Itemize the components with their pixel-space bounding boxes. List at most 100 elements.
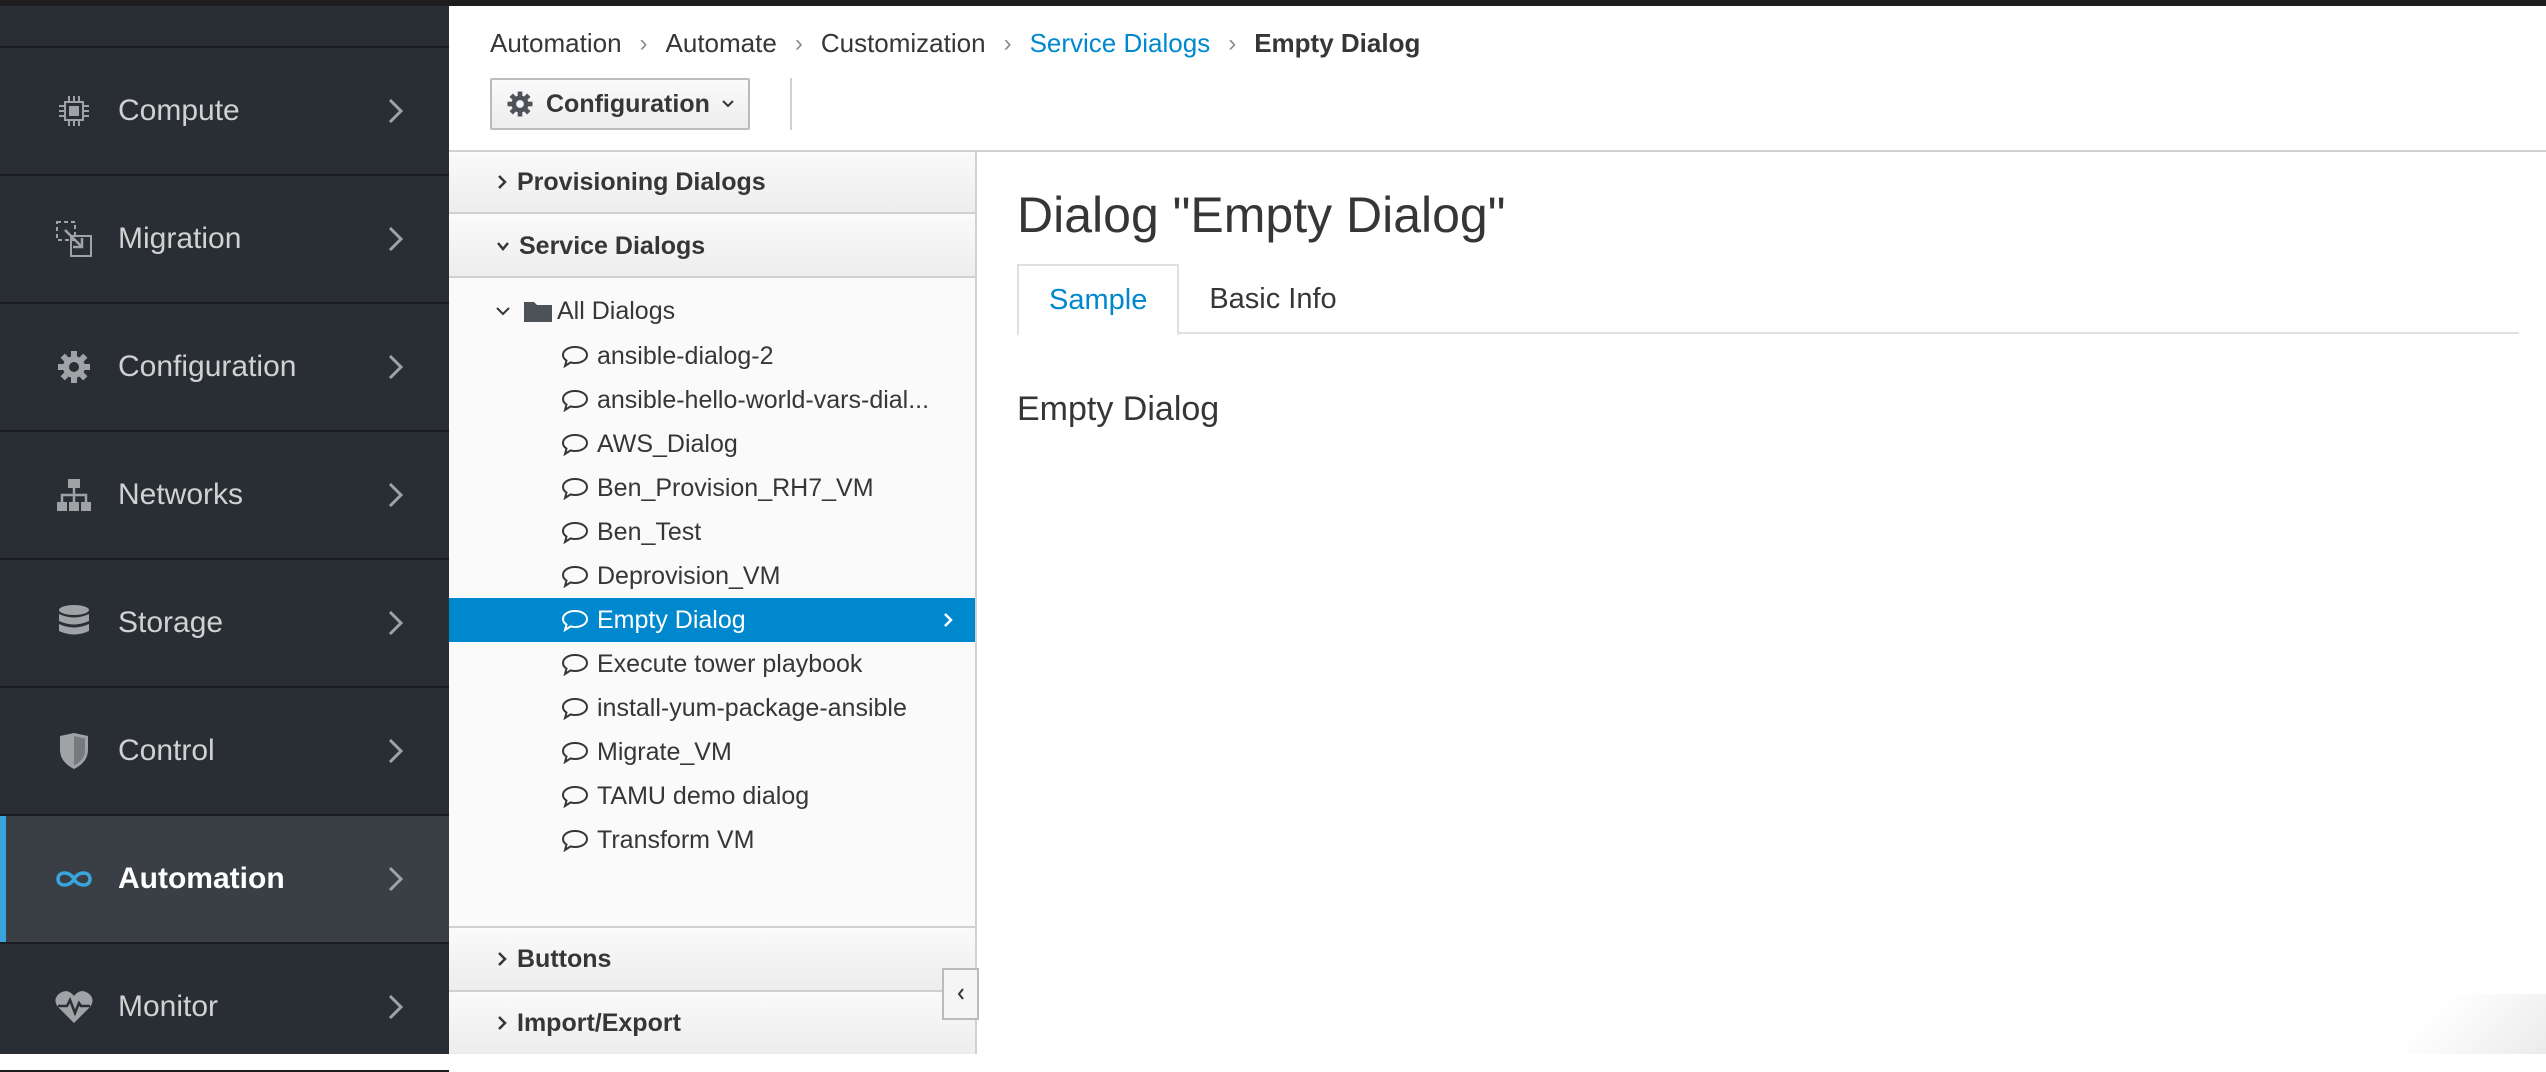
- comment-icon: [561, 520, 589, 544]
- nav-item-networks[interactable]: Networks: [0, 432, 449, 560]
- accordion-import-export[interactable]: Import/Export: [449, 990, 975, 1054]
- tree-leaf-dialog[interactable]: ansible-hello-world-vars-dial...: [449, 378, 975, 422]
- nav-item-storage[interactable]: Storage: [0, 560, 449, 688]
- tree-leaf-label: install-yum-package-ansible: [597, 693, 907, 722]
- tab-sample[interactable]: Sample: [1017, 264, 1180, 336]
- accordion-label: Service Dialogs: [519, 231, 706, 260]
- tree-leaf-dialog[interactable]: Transform VM: [449, 818, 975, 862]
- breadcrumb-current: Empty Dialog: [1254, 28, 1421, 58]
- accordion-label: Import/Export: [517, 1008, 681, 1037]
- nav-item-label: Networks: [118, 478, 244, 511]
- comment-icon: [561, 564, 589, 588]
- nav-item-monitor[interactable]: Monitor: [0, 944, 449, 1072]
- chevron-right-icon: [941, 611, 955, 629]
- tree-leaf-dialog[interactable]: Migrate_VM: [449, 730, 975, 774]
- comment-icon: [561, 388, 589, 412]
- chevron-right-icon: [388, 994, 404, 1020]
- tree-leaf-dialog[interactable]: Deprovision_VM: [449, 554, 975, 598]
- tree-leaf-dialog[interactable]: Execute tower playbook: [449, 642, 975, 686]
- collapse-left-button[interactable]: [944, 970, 979, 1018]
- chevron-right-icon: [388, 354, 404, 380]
- page-title: Dialog "Empty Dialog": [1017, 187, 1506, 243]
- tree-leaf-dialog[interactable]: AWS_Dialog: [449, 422, 975, 466]
- chevron-down-icon: [720, 98, 736, 110]
- chevron-right-icon: [495, 173, 509, 191]
- nav-item-compute[interactable]: Compute: [0, 48, 449, 176]
- breadcrumb-separator-icon: ›: [1003, 29, 1012, 57]
- tree-leaf-dialog[interactable]: ansible-dialog-2: [449, 334, 975, 378]
- breadcrumb-item: Automate: [665, 28, 777, 58]
- accordion-service-dialogs[interactable]: Service Dialogs: [449, 216, 975, 278]
- breadcrumb-separator-icon: ›: [1228, 29, 1237, 57]
- breadcrumb-link-service-dialogs[interactable]: Service Dialogs: [1030, 28, 1211, 59]
- nav-item-label: Configuration: [118, 350, 297, 383]
- comment-icon: [561, 828, 589, 852]
- tree-leaf-label: Ben_Provision_RH7_VM: [597, 473, 874, 502]
- chevron-right-icon: [495, 1014, 509, 1032]
- chevron-right-icon: [388, 226, 404, 252]
- nav-item-label: Compute: [118, 94, 240, 127]
- vertical-nav: Compute Migration Configuration Networks…: [0, 6, 449, 1072]
- tree-leaf-label: ansible-dialog-2: [597, 341, 774, 370]
- tab-basic-info[interactable]: Basic Info: [1179, 264, 1366, 334]
- comment-icon: [561, 476, 589, 500]
- tree-node-label: All Dialogs: [557, 296, 676, 325]
- nav-item-configuration[interactable]: Configuration: [0, 304, 449, 432]
- breadcrumb-item: Automation: [490, 28, 622, 58]
- breadcrumb-separator-icon: ›: [639, 29, 648, 57]
- main-content: Dialog "Empty Dialog" Sample Basic Info …: [979, 152, 2546, 1054]
- nav-item-automation[interactable]: Automation: [0, 816, 449, 944]
- accordion-panel: Provisioning Dialogs Service Dialogs All…: [449, 152, 977, 1054]
- tree-leaf-dialog[interactable]: Ben_Test: [449, 510, 975, 554]
- comment-icon: [561, 696, 589, 720]
- tree-leaf-label: Migrate_VM: [597, 737, 732, 766]
- chevron-down-icon[interactable]: [494, 304, 512, 318]
- nav-top-spacer: [0, 6, 449, 48]
- tree-leaf-label: TAMU demo dialog: [597, 781, 810, 810]
- dialogs-tree: All Dialogs ansible-dialog-2 ansible-hel…: [449, 288, 975, 862]
- tree-leaf-dialog[interactable]: install-yum-package-ansible: [449, 686, 975, 730]
- accordion-buttons[interactable]: Buttons: [449, 926, 975, 990]
- configuration-label: Configuration: [546, 89, 710, 118]
- accordion-label: Buttons: [517, 944, 612, 973]
- folder-icon: [523, 299, 553, 323]
- breadcrumb: Automation › Automate › Customization › …: [490, 28, 1420, 59]
- comment-icon: [561, 784, 589, 808]
- tree-leaf-label: Transform VM: [597, 825, 755, 854]
- chip-icon: [54, 91, 94, 131]
- chevron-right-icon: [388, 610, 404, 636]
- nav-item-label: Monitor: [118, 990, 219, 1023]
- chevron-right-icon: [388, 866, 404, 892]
- nav-item-control[interactable]: Control: [0, 688, 449, 816]
- network-icon: [54, 475, 94, 515]
- tree-leaf-label: Deprovision_VM: [597, 561, 781, 590]
- accordion-label: Provisioning Dialogs: [517, 167, 766, 196]
- nav-item-label: Automation: [118, 862, 285, 895]
- tree-node-all-dialogs[interactable]: All Dialogs: [449, 288, 975, 334]
- corner-shadow: [2346, 994, 2546, 1054]
- tree-leaf-dialog-selected[interactable]: Empty Dialog: [449, 598, 975, 642]
- comment-icon: [561, 608, 589, 632]
- heartbeat-icon: [54, 987, 94, 1027]
- database-icon: [54, 603, 94, 643]
- tab-bar: Sample Basic Info: [1017, 264, 2519, 336]
- comment-icon: [561, 740, 589, 764]
- nav-item-migration[interactable]: Migration: [0, 176, 449, 304]
- tree-leaf-label: Ben_Test: [597, 517, 702, 546]
- nav-item-label: Storage: [118, 606, 224, 639]
- tree-leaf-dialog[interactable]: Ben_Provision_RH7_VM: [449, 466, 975, 510]
- tree-leaf-label: Execute tower playbook: [597, 649, 863, 678]
- accordion-provisioning-dialogs[interactable]: Provisioning Dialogs: [449, 152, 975, 214]
- chevron-right-icon: [388, 738, 404, 764]
- migration-icon: [54, 219, 94, 259]
- dialog-heading: Empty Dialog: [1017, 390, 1220, 428]
- gear-icon: [54, 347, 94, 387]
- tree-leaf-label: ansible-hello-world-vars-dial...: [597, 385, 930, 414]
- breadcrumb-separator-icon: ›: [794, 29, 803, 57]
- tree-leaf-label: AWS_Dialog: [597, 429, 738, 458]
- breadcrumb-item: Customization: [820, 28, 986, 58]
- configuration-dropdown-button[interactable]: Configuration: [490, 78, 750, 130]
- tree-leaf-dialog[interactable]: TAMU demo dialog: [449, 774, 975, 818]
- page-header: Automation › Automate › Customization › …: [449, 6, 2546, 152]
- shield-icon: [54, 731, 94, 771]
